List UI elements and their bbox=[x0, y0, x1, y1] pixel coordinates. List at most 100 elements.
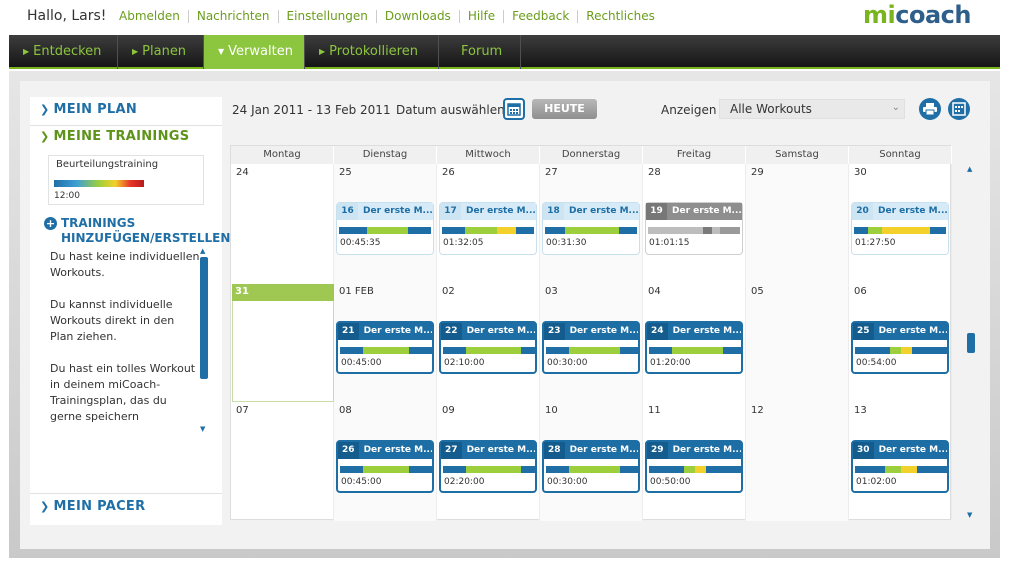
scroll-up-icon[interactable]: ▲ bbox=[200, 247, 205, 255]
calendar-day-cell[interactable]: 12 bbox=[746, 402, 849, 521]
workout-card[interactable]: 19 Der erste M... 01:01:15 bbox=[645, 202, 743, 255]
workout-title: Der erste M... bbox=[363, 206, 433, 216]
workout-card[interactable]: 20 Der erste M... 01:27:50 bbox=[851, 202, 949, 255]
print-icon[interactable] bbox=[919, 98, 941, 120]
logout-link[interactable]: Abmelden bbox=[111, 10, 188, 23]
workout-card[interactable]: 18 Der erste M... 00:31:30 bbox=[542, 202, 640, 255]
workout-title: Der erste M... bbox=[466, 206, 536, 216]
intensity-segment bbox=[497, 227, 516, 234]
training-card[interactable]: Beurteilungstraining 12:00 bbox=[48, 155, 204, 205]
nav-manage[interactable]: ▼ Verwalten bbox=[204, 35, 305, 69]
workout-title: Der erste M... bbox=[466, 445, 535, 455]
workout-header: 16 Der erste M... bbox=[337, 203, 433, 220]
day-number: 08 bbox=[339, 405, 352, 416]
workout-card[interactable]: 23 Der erste M... 00:30:00 bbox=[542, 321, 640, 374]
workout-card[interactable]: 29 Der erste M... 00:50:00 bbox=[645, 440, 743, 493]
feedback-link[interactable]: Feedback bbox=[503, 10, 577, 23]
day-number: 30 bbox=[854, 167, 867, 178]
legal-link[interactable]: Rechtliches bbox=[577, 10, 663, 23]
workout-card[interactable]: 16 Der erste M... 00:45:35 bbox=[336, 202, 434, 255]
workout-card[interactable]: 24 Der erste M... 01:20:00 bbox=[645, 321, 743, 374]
day-number: 03 bbox=[545, 286, 558, 297]
nav-plan[interactable]: ▶ Planen bbox=[118, 35, 204, 69]
my-pacer-header[interactable]: ❯ MEIN PACER bbox=[40, 499, 145, 514]
day-number: 31 bbox=[235, 286, 249, 297]
intensity-segment bbox=[672, 347, 723, 354]
day-number: 10 bbox=[545, 405, 558, 416]
workout-card[interactable]: 30 Der erste M... 01:02:00 bbox=[851, 440, 949, 493]
day-number: 28 bbox=[648, 167, 661, 178]
workout-number: 17 bbox=[440, 203, 461, 220]
workout-number: 21 bbox=[338, 323, 359, 340]
add-trainings-link[interactable]: + TRAININGS HINZUFÜGEN/ERSTELLEN bbox=[44, 216, 230, 246]
info-paragraph: Du hast ein tolles Workout in deinem miC… bbox=[50, 362, 196, 423]
settings-link[interactable]: Einstellungen bbox=[277, 10, 376, 23]
intensity-bar bbox=[443, 347, 535, 354]
day-number: 04 bbox=[648, 286, 661, 297]
intensity-segment bbox=[363, 466, 409, 473]
my-trainings-header[interactable]: ❯ MEINE TRAININGS bbox=[40, 129, 189, 144]
workout-duration: 01:02:00 bbox=[856, 477, 897, 487]
nav-forum[interactable]: Forum bbox=[439, 35, 521, 69]
my-plan-header[interactable]: ❯ MEIN PLAN bbox=[40, 102, 137, 117]
workout-number: 22 bbox=[441, 323, 462, 340]
workout-card[interactable]: 28 Der erste M... 00:30:00 bbox=[542, 440, 640, 493]
workout-card[interactable]: 22 Der erste M... 02:10:00 bbox=[439, 321, 537, 374]
intensity-segment bbox=[466, 347, 522, 354]
workout-duration: 00:45:00 bbox=[341, 477, 382, 487]
scroll-down-icon[interactable]: ▼ bbox=[200, 425, 205, 433]
calendar-day-cell[interactable]: 24 bbox=[231, 164, 334, 283]
intensity-segment bbox=[683, 466, 695, 473]
calendar-day-cell[interactable]: 07 bbox=[231, 402, 334, 521]
intensity-bar bbox=[340, 466, 432, 473]
intensity-bar bbox=[54, 180, 144, 187]
calendar-scrollbar[interactable]: ▲ ▼ bbox=[967, 165, 975, 520]
intensity-segment bbox=[546, 466, 569, 473]
workout-header: 17 Der erste M... bbox=[440, 203, 536, 220]
calendar-day-cell[interactable]: 05 bbox=[746, 283, 849, 402]
workout-card[interactable]: 25 Der erste M... 00:54:00 bbox=[851, 321, 949, 374]
calendar-day-cell[interactable]: 29 bbox=[746, 164, 849, 283]
intensity-segment bbox=[407, 227, 431, 234]
scroll-up-icon[interactable]: ▲ bbox=[967, 165, 972, 173]
day-header: Montag bbox=[231, 146, 334, 164]
today-button[interactable]: HEUTE bbox=[532, 99, 597, 119]
scroll-down-icon[interactable]: ▼ bbox=[967, 511, 972, 519]
messages-link[interactable]: Nachrichten bbox=[187, 10, 278, 23]
sidebar-scrollbar[interactable]: ▲ ▼ bbox=[200, 247, 208, 434]
workout-number: 25 bbox=[853, 323, 874, 340]
workout-card[interactable]: 21 Der erste M... 00:45:00 bbox=[336, 321, 434, 374]
today-cell[interactable] bbox=[232, 301, 334, 402]
calendar-icon[interactable] bbox=[503, 98, 525, 120]
workout-title: Der erste M... bbox=[363, 326, 432, 336]
day-header: Sonntag bbox=[849, 146, 952, 164]
info-paragraph: Du hast keine individuellen Workouts. bbox=[50, 250, 200, 279]
intensity-segment bbox=[694, 466, 707, 473]
nav-log[interactable]: ▶ Protokollieren bbox=[305, 35, 439, 69]
nav-discover[interactable]: ▶ Entdecken bbox=[9, 35, 118, 69]
export-icon[interactable] bbox=[948, 98, 970, 120]
day-header: Mittwoch bbox=[437, 146, 540, 164]
downloads-link[interactable]: Downloads bbox=[375, 10, 459, 23]
intensity-segment bbox=[521, 347, 535, 354]
workout-card[interactable]: 17 Der erste M... 01:32:05 bbox=[439, 202, 537, 255]
scroll-thumb[interactable] bbox=[967, 333, 975, 353]
intensity-segment bbox=[466, 466, 522, 473]
day-number: 25 bbox=[339, 167, 352, 178]
workout-duration: 01:27:50 bbox=[855, 238, 896, 248]
top-links: Abmelden Nachrichten Einstellungen Downl… bbox=[111, 10, 663, 23]
workout-duration: 00:31:30 bbox=[546, 238, 587, 248]
micoach-logo[interactable]: micoach bbox=[863, 1, 971, 29]
training-name: Beurteilungstraining bbox=[56, 159, 159, 170]
intensity-segment bbox=[546, 347, 569, 354]
workout-header: 21 Der erste M... bbox=[338, 323, 432, 340]
day-number: 11 bbox=[648, 405, 661, 416]
intensity-segment bbox=[900, 347, 913, 354]
scroll-thumb[interactable] bbox=[200, 257, 208, 379]
help-link[interactable]: Hilfe bbox=[458, 10, 503, 23]
workout-filter-select[interactable]: Alle Workouts ⌄ bbox=[719, 99, 905, 119]
workout-number: 18 bbox=[543, 203, 564, 220]
workout-card[interactable]: 27 Der erste M... 02:20:00 bbox=[439, 440, 537, 493]
workout-title: Der erste M... bbox=[363, 445, 432, 455]
workout-card[interactable]: 26 Der erste M... 00:45:00 bbox=[336, 440, 434, 493]
